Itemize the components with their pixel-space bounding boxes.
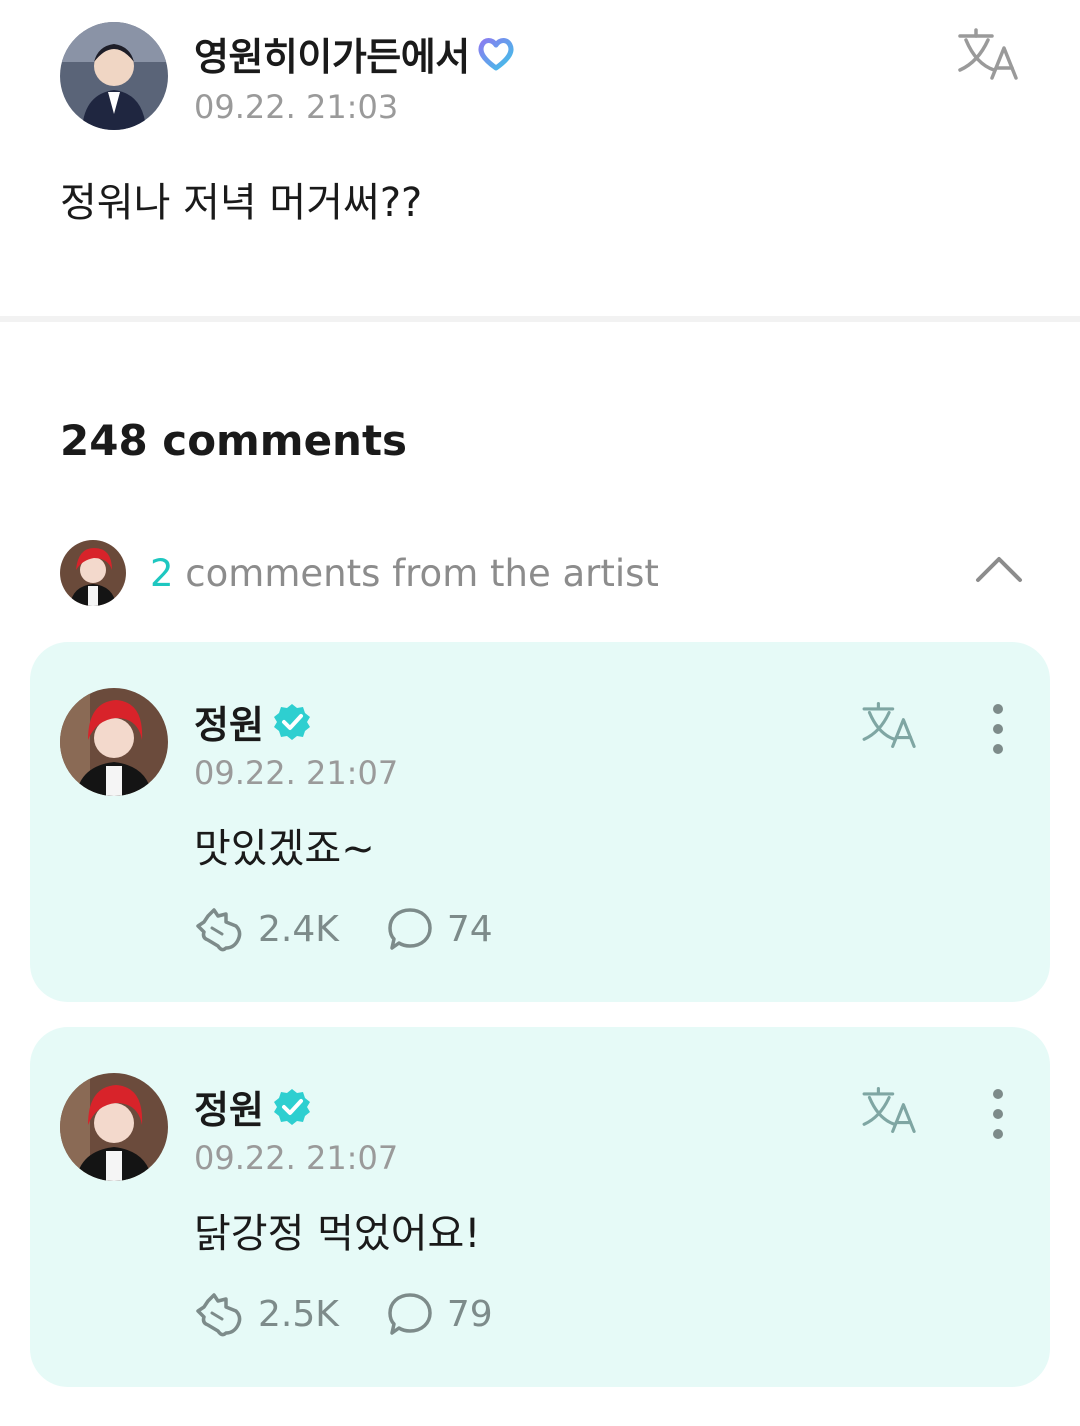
translate-icon[interactable] — [956, 26, 1022, 82]
artist-avatar[interactable] — [60, 1073, 168, 1181]
artist-name[interactable]: 정원 — [194, 1079, 312, 1134]
comment-actions: 2.4K 74 — [194, 906, 493, 952]
artist-name[interactable]: 정원 — [194, 694, 312, 749]
post-body: 정워나 저녁 머거써?? — [60, 180, 423, 226]
artist-comments-label: 2 comments from the artist — [150, 552, 659, 595]
cheer-hand-icon — [196, 908, 242, 952]
like-count: 2.5K — [258, 1293, 339, 1335]
artist-comments-count: 2 — [150, 552, 174, 595]
cheer-hand-icon — [196, 1293, 242, 1337]
artist-comment-card: 정원 09.22. 21:07 맛있겠죠~ 2.4K 74 — [30, 642, 1050, 1002]
post: 영원히이가든에서 09.22. 21:03 정워나 저녁 머거써?? — [0, 0, 1080, 316]
kebab-icon[interactable] — [986, 702, 1010, 756]
artist-avatar-small — [60, 540, 126, 606]
comments-count: 248 comments — [60, 416, 408, 465]
like-button[interactable]: 2.5K — [194, 1291, 339, 1337]
like-count: 2.4K — [258, 908, 339, 950]
reply-count: 79 — [446, 1293, 493, 1335]
reply-button[interactable]: 74 — [387, 906, 493, 952]
verified-badge-icon — [273, 703, 310, 740]
verified-badge-icon — [273, 1088, 310, 1125]
post-author-avatar[interactable] — [60, 22, 168, 130]
translate-icon[interactable] — [860, 700, 920, 750]
comment-date: 09.22. 21:07 — [194, 754, 399, 792]
comment-text: 맛있겠죠~ — [194, 826, 375, 872]
post-author-label: 영원히이가든에서 — [194, 35, 470, 79]
section-divider — [0, 316, 1080, 322]
artist-avatar[interactable] — [60, 688, 168, 796]
kebab-icon[interactable] — [986, 1087, 1010, 1141]
membership-heart-icon — [478, 37, 514, 70]
speech-bubble-icon — [388, 908, 432, 950]
reply-count: 74 — [446, 908, 493, 950]
reply-button[interactable]: 79 — [387, 1291, 493, 1337]
artist-comments-text: comments from the artist — [173, 552, 659, 595]
like-button[interactable]: 2.4K — [194, 906, 339, 952]
artist-comment-card: 정원 09.22. 21:07 닭강정 먹었어요! 2.5K 79 — [30, 1027, 1050, 1387]
translate-icon[interactable] — [860, 1085, 920, 1135]
post-author-name[interactable]: 영원히이가든에서 — [194, 26, 516, 81]
comment-text: 닭강정 먹었어요! — [194, 1211, 481, 1257]
post-date: 09.22. 21:03 — [194, 88, 399, 126]
comment-actions: 2.5K 79 — [194, 1291, 493, 1337]
chevron-up-icon[interactable] — [974, 552, 1024, 586]
artist-comments-toggle[interactable]: 2 comments from the artist — [60, 538, 1024, 608]
artist-name-label: 정원 — [194, 703, 264, 747]
comment-date: 09.22. 21:07 — [194, 1139, 399, 1177]
artist-name-label: 정원 — [194, 1088, 264, 1132]
speech-bubble-icon — [388, 1293, 432, 1335]
post-detail-page: 영원히이가든에서 09.22. 21:03 정워나 저녁 머거써?? 248 c… — [0, 0, 1080, 1426]
